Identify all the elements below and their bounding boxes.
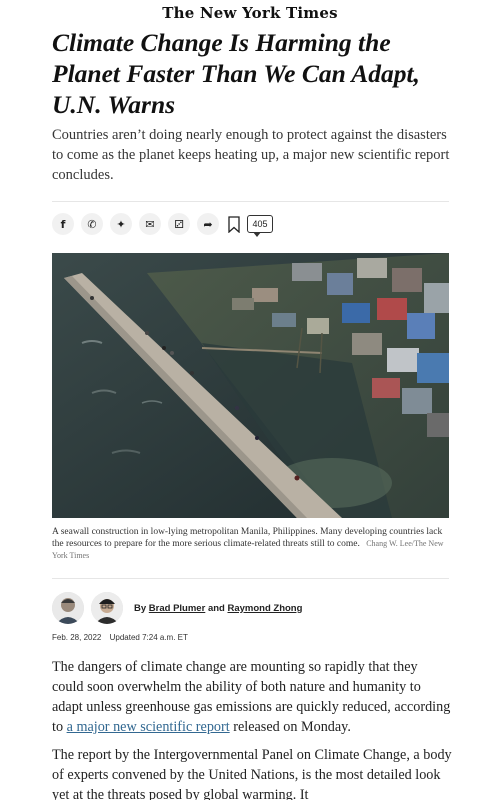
updated-time: Updated 7:24 a.m. ET xyxy=(109,633,188,642)
more-share-button[interactable]: ➦ xyxy=(197,213,219,235)
gift-icon: ⚂ xyxy=(174,217,184,231)
article-headline: Climate Change Is Harming the Planet Fas… xyxy=(52,28,420,119)
byline-and: and xyxy=(207,602,225,614)
article-paragraph: The dangers of climate change are mounti… xyxy=(52,657,452,737)
report-link[interactable]: a major new scientific report xyxy=(67,719,230,735)
byline-text: By Brad Plumer and Raymond Zhong xyxy=(134,603,302,614)
masthead-logo[interactable]: The New York Times xyxy=(0,4,500,22)
dateline: Feb. 28, 2022 Updated 7:24 a.m. ET xyxy=(52,633,194,642)
author-link-raymond-zhong[interactable]: Raymond Zhong xyxy=(227,603,302,614)
article-summary: Countries aren’t doing nearly enough to … xyxy=(52,127,450,183)
twitter-share-button[interactable]: ✦ xyxy=(110,213,132,235)
facebook-share-button[interactable]: f xyxy=(52,213,74,235)
comments-button[interactable]: 405 xyxy=(247,215,273,237)
share-toolbar: f ✆ ✦ ✉ ⚂ ➦ 405 xyxy=(52,212,273,237)
article-photo xyxy=(52,253,449,518)
gift-article-button[interactable]: ⚂ xyxy=(168,213,190,235)
author-avatar-brad-plumer[interactable] xyxy=(52,592,84,624)
byline-prefix: By xyxy=(134,602,147,614)
byline: By Brad Plumer and Raymond Zhong xyxy=(52,592,302,624)
twitter-icon: ✦ xyxy=(116,217,126,231)
bookmark-icon[interactable] xyxy=(228,215,240,233)
divider xyxy=(52,578,449,579)
paragraph-text: released on Monday. xyxy=(233,719,351,735)
publish-date: Feb. 28, 2022 xyxy=(52,633,102,642)
facebook-icon: f xyxy=(60,217,66,231)
author-link-brad-plumer[interactable]: Brad Plumer xyxy=(149,603,206,614)
whatsapp-icon: ✆ xyxy=(87,217,97,231)
article-paragraph: The report by the Intergovernmental Pane… xyxy=(52,747,452,800)
whatsapp-share-button[interactable]: ✆ xyxy=(81,213,103,235)
share-icon: ➦ xyxy=(203,217,213,231)
divider xyxy=(52,201,449,202)
author-avatar-raymond-zhong[interactable] xyxy=(91,592,123,624)
email-share-button[interactable]: ✉ xyxy=(139,213,161,235)
comment-count: 405 xyxy=(252,219,268,229)
email-icon: ✉ xyxy=(145,217,155,231)
photo-caption: A seawall construction in low-lying metr… xyxy=(52,526,449,562)
